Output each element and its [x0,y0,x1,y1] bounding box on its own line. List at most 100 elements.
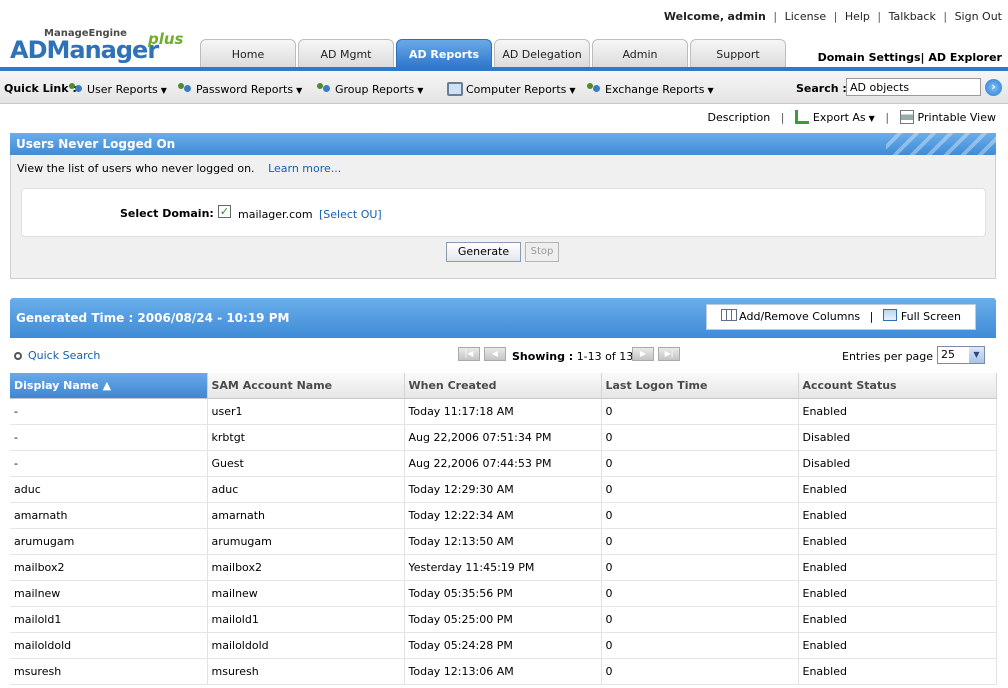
next-page-button[interactable]: ▶ [632,347,654,361]
last-logon-time-cell: 0 [601,450,799,477]
display-name-cell: - [10,450,208,477]
when-created-cell: Today 12:29:30 AM [404,476,602,503]
chevron-down-icon: ▼ [160,86,167,95]
table-row[interactable]: aduc aduc Today 12:29:30 AM 0 Enabled [10,476,997,503]
results-panel-header: Generated Time : 2006/08/24 - 10:19 PM A… [10,298,996,338]
chevron-down-icon: ▼ [569,86,576,95]
license-link[interactable]: License [785,10,826,23]
account-status-cell: Enabled [798,606,997,633]
when-created-cell: Aug 22,2006 07:44:53 PM [404,450,602,477]
table-row[interactable]: mailbox2 mailbox2 Yesterday 11:45:19 PM 0 En… [10,554,997,581]
last-logon-time-cell: 0 [601,502,799,529]
quick-link-group-reports[interactable]: Group Reports ▼ [316,82,423,96]
last-page-button[interactable]: ▶| [658,347,680,361]
chevron-down-icon: ▼ [707,86,714,95]
sam-account-name-cell: mailoldold [207,632,405,659]
ad-explorer-link[interactable]: AD Explorer [928,51,1002,64]
tab-ad-mgmt[interactable]: AD Mgmt [298,39,394,67]
when-created-cell: Today 05:35:56 PM [404,580,602,607]
domain-checkbox[interactable]: ✓ [218,205,231,218]
column-header-last-logon-time[interactable]: Last Logon Time [601,373,799,399]
account-status-cell: Enabled [798,398,997,425]
last-logon-time-cell: 0 [601,632,799,659]
previous-page-button[interactable]: ◀ [484,347,506,361]
table-row[interactable]: mailoldold mailoldold Today 05:24:28 PM 0 En… [10,632,997,659]
select-ou-link[interactable]: [Select OU] [319,208,382,221]
sam-account-name-cell: mailold1 [207,606,405,633]
sam-account-name-cell: msuresh [207,658,405,685]
sam-account-name-cell: mailnew [207,580,405,607]
logo-plus: plus [148,30,184,48]
when-created-cell: Today 12:13:50 AM [404,528,602,555]
table-body: - user1 Today 11:17:18 AM 0 Enabled - krbtgt Au… [10,398,997,685]
when-created-cell: Today 11:17:18 AM [404,398,602,425]
table-row[interactable]: msuresh msuresh Today 12:13:06 AM 0 Enabled [10,658,997,685]
logo-product: ADManager [10,36,159,64]
display-name-cell: - [10,398,208,425]
entries-per-page-select[interactable]: 25 ▼ [937,346,985,364]
when-created-cell: Today 05:25:00 PM [404,606,602,633]
tab-support[interactable]: Support [690,39,786,67]
table-row[interactable]: mailnew mailnew Today 05:35:56 PM 0 Enabled [10,580,997,607]
learn-more-link[interactable]: Learn more... [268,162,341,175]
entries-per-page-label: Entries per page [842,350,934,363]
printable-view-link[interactable]: Printable View [899,110,996,124]
select-domain-label: Select Domain: [120,207,214,220]
account-status-cell: Enabled [798,554,997,581]
last-logon-time-cell: 0 [601,554,799,581]
search-input[interactable] [846,78,981,96]
search-go-icon[interactable]: › [985,79,1002,96]
tab-ad-reports[interactable]: AD Reports [396,39,492,67]
table-row[interactable]: - user1 Today 11:17:18 AM 0 Enabled [10,398,997,425]
quick-link-password-reports[interactable]: Password Reports ▼ [177,82,302,96]
table-row[interactable]: amarnath amarnath Today 12:22:34 AM 0 Enable… [10,502,997,529]
first-page-button[interactable]: |◀ [458,347,480,361]
account-status-cell: Enabled [798,528,997,555]
quick-search-link[interactable]: Quick Search [14,349,100,362]
talkback-link[interactable]: Talkback [889,10,936,23]
table-row[interactable]: - krbtgt Aug 22,2006 07:51:34 PM 0 Disabled [10,424,997,451]
account-status-cell: Enabled [798,476,997,503]
tab-ad-delegation[interactable]: AD Delegation [494,39,590,67]
column-header-when-created[interactable]: When Created [404,373,602,399]
report-title: Users Never Logged On [16,137,176,151]
column-header-account-status[interactable]: Account Status [798,373,997,399]
last-logon-time-cell: 0 [601,528,799,555]
table-row[interactable]: mailold1 mailold1 Today 05:25:00 PM 0 Enable… [10,606,997,633]
tab-admin[interactable]: Admin [592,39,688,67]
printer-icon [899,110,914,124]
stop-button[interactable]: Stop [525,242,559,262]
welcome-text: Welcome, [663,10,725,23]
main-tabs: Home AD Mgmt AD Reports AD Delegation Ad… [200,39,788,67]
computer-icon [447,82,463,96]
display-name-cell: aduc [10,476,208,503]
help-link[interactable]: Help [845,10,870,23]
sign-out-link[interactable]: Sign Out [955,10,1002,23]
last-logon-time-cell: 0 [601,476,799,503]
full-screen-button[interactable]: Full Screen [882,309,961,323]
quick-link-bar: Quick Link : User Reports ▼ Password Repo… [0,71,1008,104]
tab-home[interactable]: Home [200,39,296,67]
admanager-logo[interactable]: ManageEngine ADManager plus [10,28,190,68]
full-screen-icon [882,309,897,321]
quick-link-label: Quick Link : [4,82,77,95]
report-panel-header: Users Never Logged On [10,133,996,155]
description-link[interactable]: Description [708,111,771,124]
column-header-display-name[interactable]: Display Name ▲ [10,373,208,399]
column-header-sam-account-name[interactable]: SAM Account Name [207,373,405,399]
table-row[interactable]: - Guest Aug 22,2006 07:44:53 PM 0 Disabled [10,450,997,477]
generate-button[interactable]: Generate [446,242,521,262]
domain-settings-link[interactable]: Domain Settings [818,51,921,64]
quick-link-user-reports[interactable]: User Reports ▼ [68,82,167,96]
table-row[interactable]: arumugam arumugam Today 12:13:50 AM 0 Enable… [10,528,997,555]
export-as-menu[interactable]: Export As ▼ [794,110,875,124]
sam-account-name-cell: mailbox2 [207,554,405,581]
add-remove-columns-button[interactable]: Add/Remove Columns [721,309,860,323]
quick-link-exchange-reports[interactable]: Exchange Reports ▼ [586,82,714,96]
sort-ascending-icon: ▲ [102,378,112,392]
quick-link-computer-reports[interactable]: Computer Reports ▼ [447,82,576,96]
display-name-cell: mailnew [10,580,208,607]
account-status-cell: Enabled [798,632,997,659]
chevron-down-icon: ▼ [417,86,424,95]
search-icon [14,352,22,360]
